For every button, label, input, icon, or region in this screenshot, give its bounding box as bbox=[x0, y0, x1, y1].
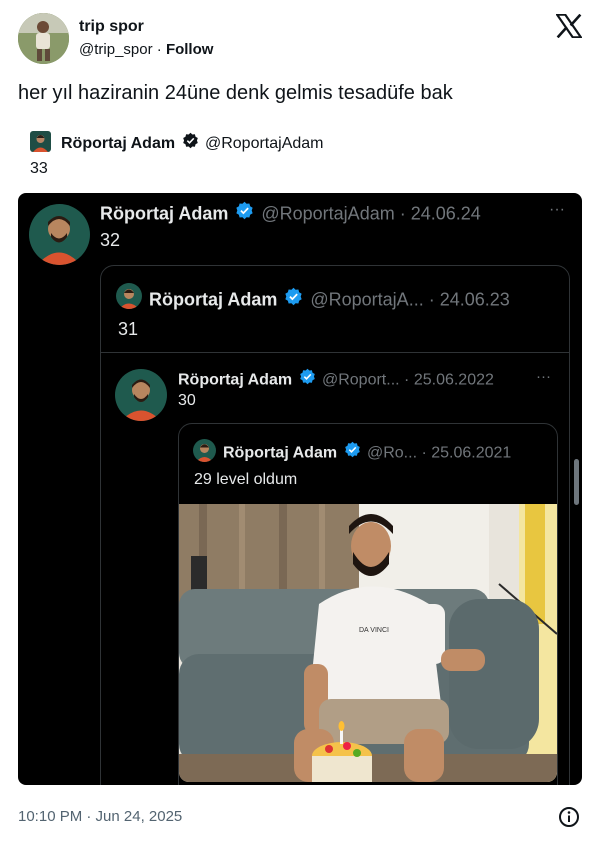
post2-date: · 24.06.23 bbox=[428, 289, 510, 310]
post4-handle: @Ro... bbox=[366, 444, 418, 462]
follow-button[interactable]: Follow bbox=[166, 41, 214, 58]
author-line: @trip_spor · Follow bbox=[79, 41, 213, 58]
post3-text: 30 bbox=[178, 392, 196, 409]
author-handle[interactable]: @trip_spor bbox=[79, 41, 153, 58]
post3-handle: @Roport... bbox=[321, 371, 400, 389]
post1-header: Röportaj Adam @RoportajAdam · 24.06.24 bbox=[100, 201, 481, 228]
post4-header: Röportaj Adam @Ro... · 25.06.2021 bbox=[223, 441, 511, 466]
post4-text: 29 level oldum bbox=[194, 471, 298, 488]
post1-handle: @RoportajAdam bbox=[261, 203, 395, 224]
post2-name: Röportaj Adam bbox=[149, 289, 278, 310]
post3-more-icon: ··· bbox=[536, 368, 551, 385]
post1-avatar bbox=[29, 204, 90, 265]
verified-badge-icon bbox=[235, 201, 254, 225]
post1-text: 32 bbox=[100, 230, 121, 250]
shirt-print: DA VINCI bbox=[359, 627, 389, 634]
post2-header: Röportaj Adam @RoportajA... · 24.06.23 bbox=[149, 287, 510, 314]
divider bbox=[101, 352, 569, 353]
verified-badge-icon bbox=[284, 287, 303, 311]
info-icon[interactable] bbox=[558, 806, 580, 828]
verified-badge-icon bbox=[299, 368, 316, 390]
post4-avatar bbox=[193, 439, 216, 462]
separator-dot: · bbox=[156, 41, 162, 58]
post1-name: Röportaj Adam bbox=[100, 203, 229, 224]
quoted-avatar[interactable] bbox=[30, 131, 51, 152]
birthday-photo: DA VINCI bbox=[179, 504, 557, 782]
post3-avatar bbox=[115, 369, 167, 421]
author-name[interactable]: trip spor bbox=[79, 18, 144, 36]
post3-header: Röportaj Adam @Roport... · 25.06.2022 bbox=[178, 368, 494, 393]
post4-name: Röportaj Adam bbox=[223, 444, 338, 462]
post1-more-icon: ··· bbox=[549, 201, 565, 218]
quoted-author-name[interactable]: Röportaj Adam bbox=[61, 135, 175, 152]
tweet-text: her yıl haziranin 24üne denk gelmis tesa… bbox=[18, 82, 453, 104]
quoted-author-handle[interactable]: @RoportajAdam bbox=[205, 135, 324, 152]
verified-badge-icon bbox=[182, 132, 199, 154]
scrollbar-thumb[interactable] bbox=[574, 459, 579, 505]
verified-badge-icon bbox=[344, 441, 361, 463]
post3-date: · 25.06.2022 bbox=[404, 371, 494, 389]
post2-handle: @RoportajA... bbox=[310, 289, 424, 310]
post2-avatar bbox=[116, 283, 142, 309]
x-logo-icon[interactable] bbox=[555, 13, 583, 39]
post3-name: Röportaj Adam bbox=[178, 371, 293, 389]
post1-date: · 24.06.24 bbox=[399, 203, 481, 224]
media-screenshot[interactable]: Röportaj Adam @RoportajAdam · 24.06.24 ·… bbox=[18, 193, 582, 785]
quoted-header: Röportaj Adam @RoportajAdam bbox=[61, 132, 324, 156]
post4-date: · 25.06.2021 bbox=[421, 444, 512, 462]
post4-quote-box: Röportaj Adam @Ro... · 25.06.2021 29 lev… bbox=[178, 423, 558, 785]
quoted-text: 33 bbox=[30, 160, 48, 177]
post2-text: 31 bbox=[118, 319, 139, 339]
author-avatar[interactable] bbox=[18, 13, 69, 64]
tweet-timestamp[interactable]: 10:10 PM · Jun 24, 2025 bbox=[18, 808, 182, 825]
